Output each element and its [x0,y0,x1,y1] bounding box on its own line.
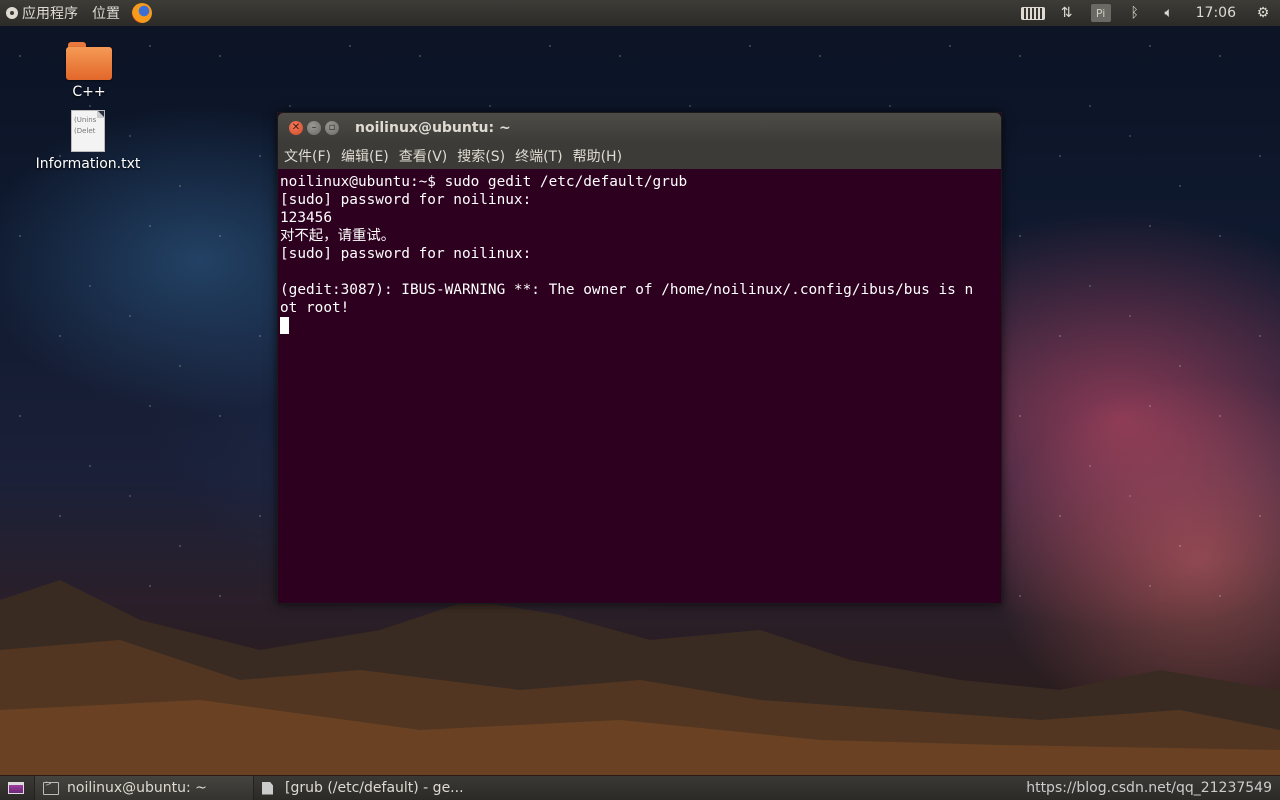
desktop-icon-cpp-folder[interactable]: C++ [62,42,116,100]
minimize-button[interactable]: – [307,121,321,135]
bluetooth-indicator[interactable]: ᛒ [1118,0,1152,26]
menu-terminal[interactable]: 终端(T) [510,146,567,166]
keyboard-layout-indicator[interactable] [1016,0,1050,26]
desktop-icon-information-txt[interactable]: (Unins (Delet Information.txt [30,110,146,172]
window-title: noilinux@ubuntu: ~ [355,120,511,136]
watermark-text: https://blog.csdn.net/qq_21237549 [1026,780,1272,796]
terminal-line: 123456 [280,210,332,226]
maximize-button[interactable]: ▫ [325,121,339,135]
menu-view[interactable]: 查看(V) [394,146,453,166]
places-menu-label: 位置 [92,6,120,22]
bottom-panel: noilinux@ubuntu: ~ [grub (/etc/default) … [0,776,1280,800]
close-button[interactable]: ✕ [289,121,303,135]
file-preview-line: (Delet [74,127,96,135]
menu-edit[interactable]: 编辑(E) [336,146,394,166]
menu-help[interactable]: 帮助(H) [568,146,627,166]
file-preview-line: (Unins [74,116,97,124]
clock[interactable]: 17:06 [1186,5,1246,21]
taskbar-item-terminal[interactable]: noilinux@ubuntu: ~ [34,776,254,800]
terminal-line: (gedit:3087): IBUS-WARNING **: The owner… [280,282,974,298]
applications-menu[interactable]: 应用程序 [0,0,86,26]
terminal-line: 对不起，请重试。 [280,228,396,244]
network-arrows-icon: ⇅ [1060,5,1073,21]
menu-file[interactable]: 文件(F) [278,146,336,166]
desktop-icon-label: Information.txt [35,156,141,172]
terminal-window: ✕ – ▫ noilinux@ubuntu: ~ 文件(F) 编辑(E) 查看(… [277,112,1002,604]
text-file-icon: (Unins (Delet [71,110,105,152]
menu-search[interactable]: 搜索(S) [452,146,510,166]
terminal-line: [sudo] password for noilinux: [280,192,532,208]
terminal-output[interactable]: noilinux@ubuntu:~$ sudo gedit /etc/defau… [278,169,1001,339]
session-menu[interactable]: ⚙ [1246,0,1280,26]
terminal-line: ot root! [280,300,350,316]
taskbar-item-gedit[interactable]: [grub (/etc/default) - ge... [254,776,476,800]
speaker-muted-icon: 🔈︎ [1164,5,1173,21]
taskbar-item-label: [grub (/etc/default) - ge... [285,780,464,796]
network-indicator[interactable]: ⇅ [1050,0,1084,26]
text-editor-icon [262,781,273,795]
keyboard-icon [1020,6,1045,20]
sound-indicator[interactable]: 🔈︎ [1152,0,1186,26]
folder-icon [66,42,112,80]
window-titlebar[interactable]: ✕ – ▫ noilinux@ubuntu: ~ [278,113,1001,143]
input-method-icon: Pi [1090,4,1111,22]
top-panel: 应用程序 位置 ⇅ Pi ᛒ 🔈︎ 17:06 ⚙ [0,0,1280,26]
menu-bar: 文件(F) 编辑(E) 查看(V) 搜索(S) 终端(T) 帮助(H) [278,143,1001,169]
desktop-icon-label: C++ [72,84,106,100]
terminal-icon [43,779,59,795]
places-menu[interactable]: 位置 [86,0,128,26]
terminal-cursor [280,317,289,334]
system-tray: ⇅ Pi ᛒ 🔈︎ 17:06 ⚙ [1016,0,1280,26]
terminal-line: noilinux@ubuntu:~$ sudo gedit /etc/defau… [280,174,688,190]
input-method-indicator[interactable]: Pi [1084,0,1118,26]
gear-icon: ⚙ [1256,5,1270,21]
ubuntu-logo-icon [6,7,18,19]
terminal-line: [sudo] password for noilinux: [280,246,532,262]
bluetooth-icon: ᛒ [1130,5,1139,21]
firefox-icon[interactable] [132,3,152,23]
applications-menu-label: 应用程序 [22,6,78,22]
taskbar-item-label: noilinux@ubuntu: ~ [67,780,207,796]
show-desktop-button[interactable] [8,782,24,794]
